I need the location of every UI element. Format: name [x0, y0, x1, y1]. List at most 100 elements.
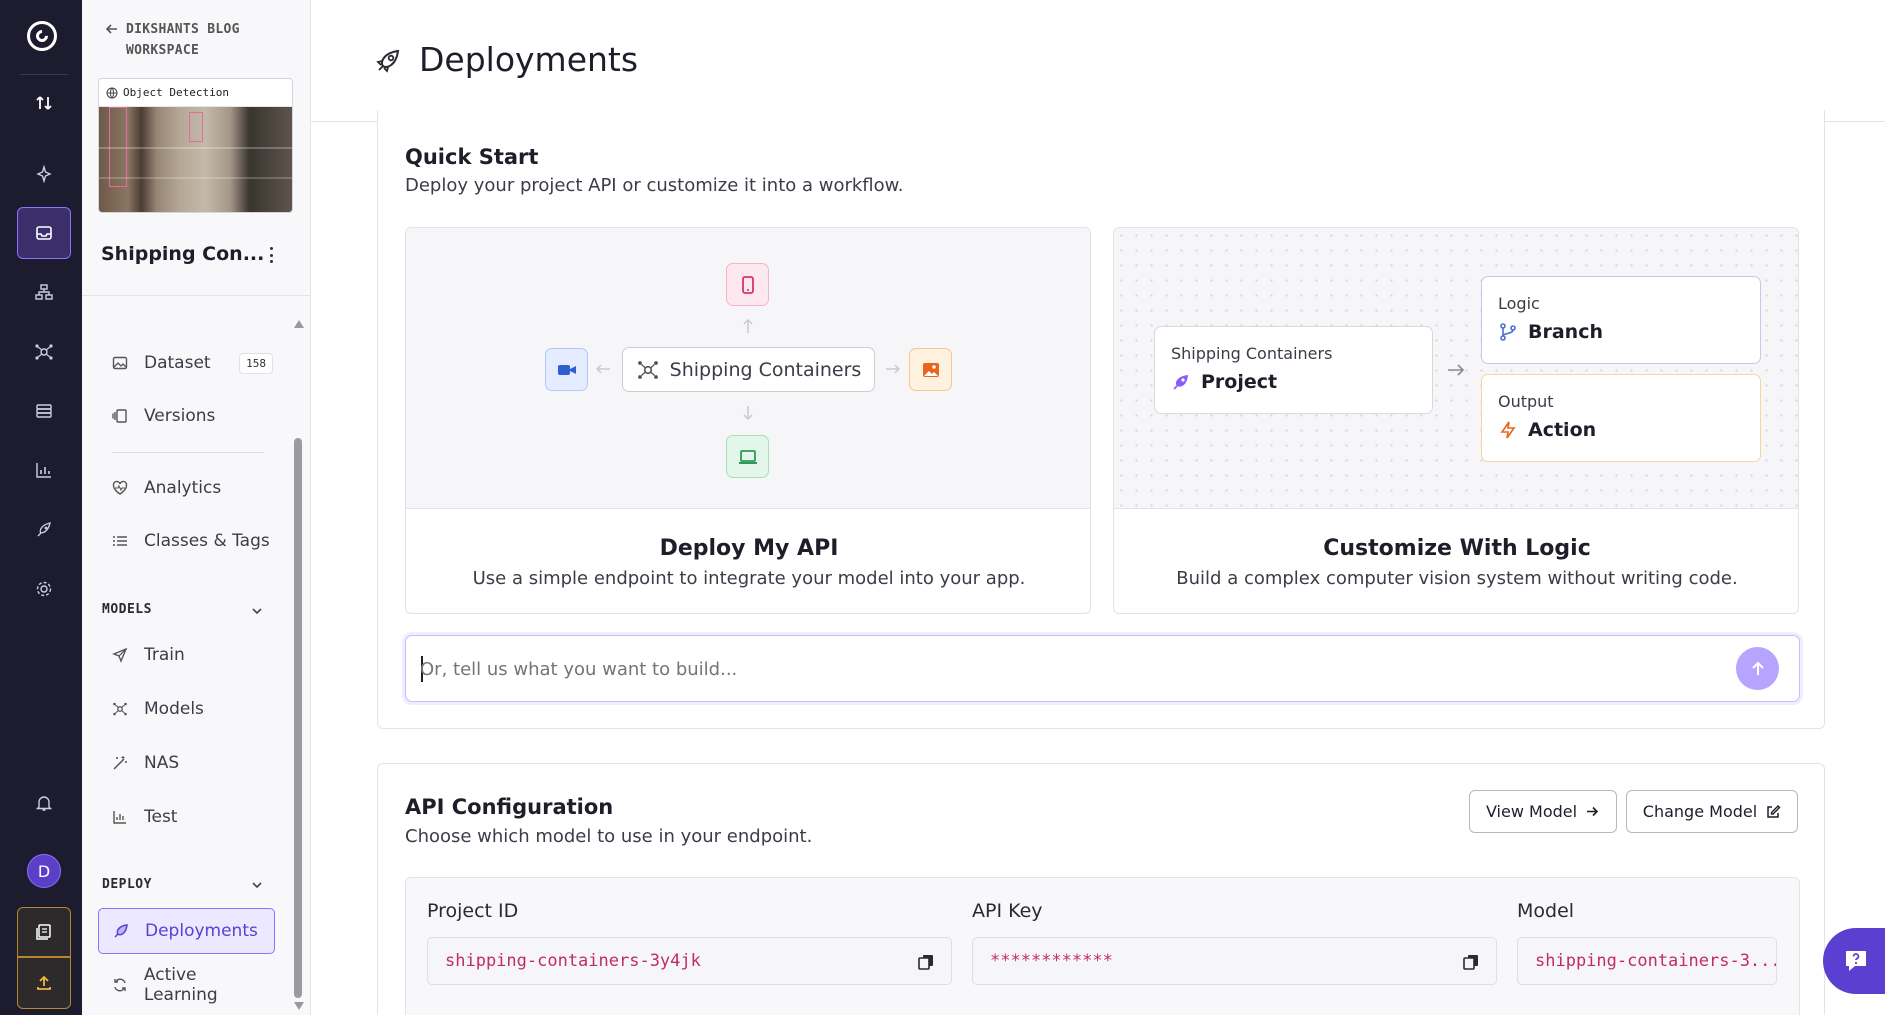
page-title: Deployments	[419, 40, 639, 79]
sidebar-item-versions[interactable]: Versions	[98, 393, 275, 439]
api-configuration-card: API Configuration Choose which model to …	[377, 763, 1825, 1015]
sidebar-item-deployments[interactable]: Deployments	[98, 908, 275, 954]
arrow-up-icon	[1751, 661, 1764, 675]
sidebar-item-label: Models	[144, 699, 204, 719]
api-key-field[interactable]: ************	[972, 937, 1497, 985]
view-model-label: View Model	[1485, 802, 1578, 821]
models-section-heading: MODELS	[102, 602, 152, 617]
sidebar-item-label: Dataset	[144, 353, 211, 373]
rocket-icon	[376, 49, 400, 73]
quick-start-subtitle: Deploy your project API or customize it …	[405, 175, 904, 196]
docs-stack-icon[interactable]	[17, 907, 71, 957]
nodes-icon	[110, 701, 130, 717]
model-node-shipping-containers: Shipping Containers	[622, 347, 875, 392]
list-icon	[110, 533, 130, 549]
output-node-label: Output	[1498, 392, 1554, 411]
chevron-down-icon[interactable]	[250, 878, 264, 892]
sidebar-item-label: Classes & Tags	[144, 531, 270, 551]
chart-icon	[110, 809, 130, 825]
customize-with-logic-option[interactable]: Shipping Containers Project Logic Branch	[1113, 227, 1799, 614]
workflow-icon[interactable]	[17, 266, 71, 318]
sidebar-item-models[interactable]: Models	[98, 686, 275, 732]
arrow-right-icon	[1448, 364, 1465, 376]
view-model-button[interactable]: View Model	[1469, 790, 1617, 833]
sidebar-item-label: Deployments	[145, 921, 258, 941]
copy-icon[interactable]	[1462, 953, 1480, 971]
back-to-workspace-link[interactable]: DIKSHANTS BLOG WORKSPACE	[104, 19, 266, 61]
model-field[interactable]: shipping-containers-3...	[1517, 937, 1777, 985]
arrow-down-icon	[743, 406, 753, 421]
database-icon[interactable]	[17, 385, 71, 437]
submit-prompt-button[interactable]	[1736, 647, 1779, 690]
arrow-left-icon	[105, 24, 117, 34]
customize-with-logic-description: Build a complex computer vision system w…	[1176, 568, 1738, 589]
sidebar-item-label: Test	[144, 807, 178, 827]
model-value: shipping-containers-3...	[1535, 951, 1777, 971]
change-model-button[interactable]: Change Model	[1626, 790, 1798, 833]
project-node: Shipping Containers Project	[1154, 326, 1433, 414]
project-node-label: Shipping Containers	[1171, 344, 1333, 363]
user-avatar[interactable]: D	[27, 854, 61, 888]
project-node-title: Project	[1201, 371, 1278, 393]
arrow-right-icon	[1587, 806, 1599, 817]
laptop-icon	[726, 435, 769, 478]
change-model-label: Change Model	[1642, 802, 1758, 821]
api-config-fields-panel: Project ID shipping-containers-3y4jk API…	[405, 877, 1800, 1015]
bar-chart-icon[interactable]	[17, 444, 71, 496]
customize-with-logic-title: Customize With Logic	[1323, 536, 1591, 561]
upgrade-upload-icon[interactable]	[17, 957, 71, 1009]
deploy-my-api-title: Deploy My API	[659, 536, 839, 561]
arrow-left-icon	[595, 364, 610, 374]
projects-inbox-icon[interactable]	[17, 207, 71, 259]
build-prompt-input[interactable]	[420, 650, 1710, 688]
sidebar-scrollbar[interactable]	[292, 320, 304, 1010]
edit-icon	[1767, 804, 1781, 818]
chevron-down-icon[interactable]	[250, 604, 264, 618]
api-key-value: ************	[990, 951, 1113, 971]
deploy-my-api-option[interactable]: Shipping Containers Deploy My API Use a …	[405, 227, 1091, 614]
upload-download-icon[interactable]	[17, 77, 71, 129]
logic-node-title: Branch	[1528, 321, 1603, 343]
project-id-field[interactable]: shipping-containers-3y4jk	[427, 937, 952, 985]
project-name[interactable]: Shipping Con...	[101, 243, 264, 265]
quick-start-card: Quick Start Deploy your project API or c…	[377, 110, 1825, 729]
project-thumbnail-card[interactable]: Object Detection	[98, 78, 293, 213]
model-label: Model	[1517, 900, 1575, 922]
chat-help-icon	[1846, 951, 1866, 971]
quick-start-title: Quick Start	[405, 145, 539, 169]
sidebar-item-analytics[interactable]: Analytics	[98, 465, 275, 511]
models-nodes-icon[interactable]	[17, 326, 71, 378]
deploy-section-heading: DEPLOY	[102, 877, 152, 892]
sidebar-item-train[interactable]: Train	[98, 632, 275, 678]
help-chat-button[interactable]	[1823, 928, 1885, 994]
project-id-label: Project ID	[427, 900, 519, 922]
settings-gear-icon[interactable]	[17, 563, 71, 615]
sidebar-item-test[interactable]: Test	[98, 794, 275, 840]
app-rail: D	[0, 0, 82, 1015]
bell-icon[interactable]	[17, 777, 71, 829]
sidebar-item-classes-tags[interactable]: Classes & Tags	[98, 518, 275, 564]
sparkle-icon[interactable]	[17, 148, 71, 200]
page-header: Deployments	[311, 0, 1885, 122]
wand-icon	[110, 755, 130, 771]
api-key-label: API Key	[972, 900, 1043, 922]
copy-icon[interactable]	[917, 953, 935, 971]
sidebar-item-nas[interactable]: NAS	[98, 740, 275, 786]
more-options-icon[interactable]	[266, 245, 276, 265]
project-sidebar: DIKSHANTS BLOG WORKSPACE Object Detectio…	[82, 0, 311, 1015]
logic-node-label: Logic	[1498, 294, 1540, 313]
lightning-icon	[1500, 421, 1516, 439]
scrollbar-thumb[interactable]	[294, 438, 302, 998]
deploy-rocket-icon[interactable]	[17, 504, 71, 556]
roboflow-logo-icon[interactable]	[27, 21, 57, 51]
workspace-name: DIKSHANTS BLOG WORKSPACE	[126, 22, 240, 58]
sidebar-item-label: Versions	[144, 406, 216, 426]
sidebar-item-active-learning[interactable]: Active Learning	[98, 962, 275, 1008]
image-output-icon	[909, 348, 952, 391]
mobile-icon	[726, 263, 769, 306]
sidebar-item-dataset[interactable]: Dataset 158	[98, 340, 275, 386]
deploy-diagram: Shipping Containers	[406, 228, 1090, 509]
sidebar-item-label: NAS	[144, 753, 180, 773]
main-content: Deployments Quick Start Deploy your proj…	[311, 0, 1885, 1015]
video-camera-icon	[545, 348, 588, 391]
